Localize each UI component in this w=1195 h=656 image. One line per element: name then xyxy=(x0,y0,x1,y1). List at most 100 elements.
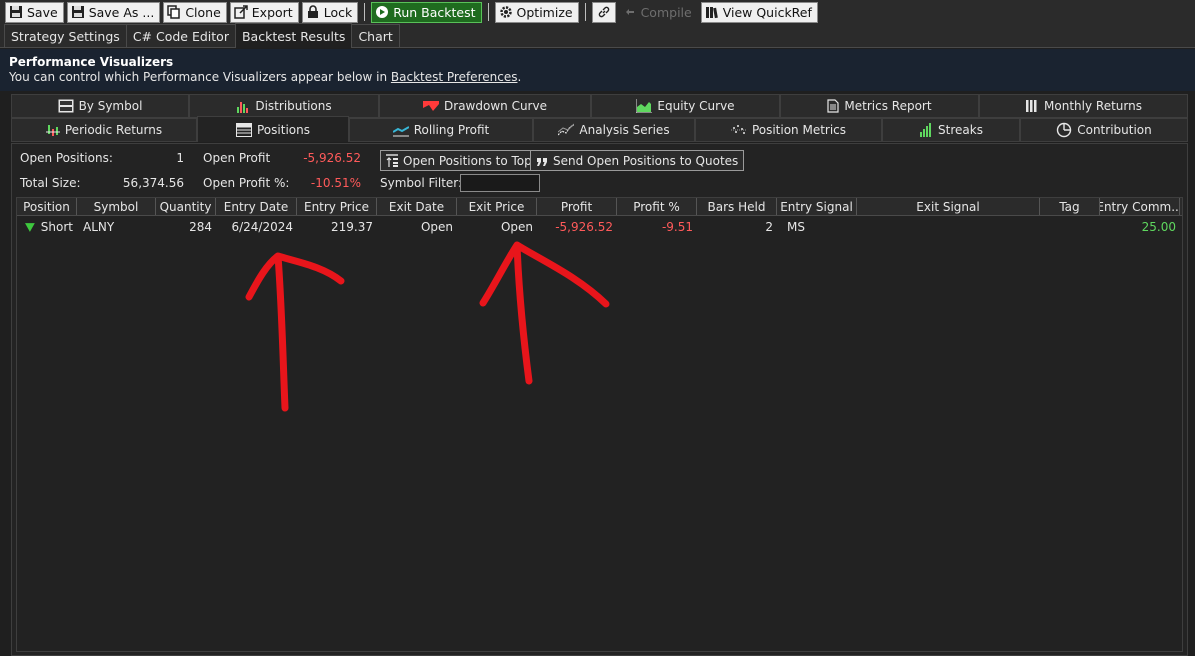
column-header[interactable]: Profit % xyxy=(617,198,697,215)
cell-position: Short xyxy=(17,216,77,238)
tab-contribution[interactable]: Contribution xyxy=(1020,118,1188,142)
column-header[interactable]: Entry Price xyxy=(297,198,377,215)
tab-analysis-series[interactable]: Analysis Series xyxy=(533,118,695,142)
cell-entry-commission: 25.00 xyxy=(1141,220,1176,234)
short-arrow-icon xyxy=(25,222,35,232)
positions-summary: Open Positions: 1 Open Profit -5,926.52 … xyxy=(12,144,1187,194)
tab-position-metrics[interactable]: Position Metrics xyxy=(695,118,882,142)
header-description: You can control which Performance Visual… xyxy=(9,70,1186,84)
tab-label: Equity Curve xyxy=(657,99,735,113)
tab-label: Contribution xyxy=(1077,123,1152,137)
column-header[interactable]: Entry Comm... xyxy=(1100,198,1180,215)
cell-exit-date: Open xyxy=(420,220,453,234)
play-icon xyxy=(376,6,389,18)
column-header[interactable]: Entry Date xyxy=(216,198,297,215)
column-header[interactable]: Profit xyxy=(537,198,617,215)
link-icon xyxy=(598,6,609,18)
open-profit-label: Open Profit xyxy=(203,151,271,165)
column-header[interactable]: Tag xyxy=(1040,198,1100,215)
tab-streaks[interactable]: Streaks xyxy=(882,118,1020,142)
column-header[interactable]: Exit Signal xyxy=(857,198,1040,215)
open-positions-label: Open Positions: xyxy=(20,151,113,165)
symbol-filter-input[interactable] xyxy=(460,174,540,192)
tab-backtest-results[interactable]: Backtest Results xyxy=(234,23,353,48)
by-symbol-icon xyxy=(58,99,74,113)
page-title: Performance Visualizers xyxy=(9,55,174,69)
tab-strategy-settings[interactable]: Strategy Settings xyxy=(4,24,127,47)
tab-code-editor[interactable]: C# Code Editor xyxy=(125,24,236,47)
table-row[interactable]: Short ALNY 284 6/24/2024 219.37 Open Ope… xyxy=(17,216,1182,238)
toolbar-separator xyxy=(487,3,489,21)
lock-label: Lock xyxy=(323,4,353,20)
optimize-button[interactable]: Optimize xyxy=(494,1,579,23)
tab-label: Metrics Report xyxy=(844,99,932,113)
export-button[interactable]: Export xyxy=(229,1,299,23)
clone-button[interactable]: Clone xyxy=(163,1,227,23)
tab-monthly-returns[interactable]: Monthly Returns xyxy=(979,94,1188,118)
run-backtest-button[interactable]: Run Backtest xyxy=(371,1,482,23)
tab-label: By Symbol xyxy=(78,99,143,113)
cell-quantity: 284 xyxy=(189,220,212,234)
histogram-icon xyxy=(237,102,249,113)
main-tab-bar: Strategy Settings C# Code Editor Backtes… xyxy=(0,23,1195,48)
lock-icon xyxy=(307,5,318,18)
tab-label: Periodic Returns xyxy=(64,123,163,137)
save-button[interactable]: Save xyxy=(5,1,64,23)
column-header[interactable]: Exit Price xyxy=(457,198,537,215)
total-size-value: 56,374.56 xyxy=(122,176,184,190)
tab-positions[interactable]: Positions xyxy=(197,116,349,142)
monthly-returns-icon xyxy=(1026,100,1037,112)
tab-label: Drawdown Curve xyxy=(444,99,547,113)
periodic-returns-icon xyxy=(45,125,60,136)
column-header[interactable]: Exit Date xyxy=(377,198,457,215)
symbol-filter-label: Symbol Filter: xyxy=(380,176,463,190)
send-to-quotes-button[interactable]: Send Open Positions to Quotes xyxy=(530,150,745,171)
streaks-icon xyxy=(920,123,932,137)
tab-chart[interactable]: Chart xyxy=(351,24,400,47)
tab-label: Streaks xyxy=(938,123,983,137)
tab-equity-curve[interactable]: Equity Curve xyxy=(591,94,780,118)
tab-label: Analysis Series xyxy=(579,123,670,137)
tab-distributions[interactable]: Distributions xyxy=(189,94,379,118)
toolbar-separator xyxy=(584,3,586,21)
tab-metrics-report[interactable]: Metrics Report xyxy=(780,94,979,118)
positions-panel: Open Positions: 1 Open Profit -5,926.52 … xyxy=(11,143,1188,656)
save-as-icon xyxy=(71,6,84,18)
column-header[interactable]: Bars Held xyxy=(697,198,777,215)
open-positions-to-top-button[interactable]: Open Positions to Top xyxy=(380,150,538,171)
cell-entry-price: 219.37 xyxy=(331,220,373,234)
open-positions-value: 1 xyxy=(176,151,184,165)
save-icon xyxy=(10,6,22,18)
total-size-label: Total Size: xyxy=(20,176,81,190)
link-button[interactable] xyxy=(591,1,616,23)
cell-tag xyxy=(1040,216,1100,238)
analysis-series-icon xyxy=(558,123,575,136)
cell-bars-held: 2 xyxy=(765,220,773,234)
cell-entry-signal: MS xyxy=(787,220,805,234)
column-header[interactable]: Quantity xyxy=(156,198,216,215)
equity-icon xyxy=(636,99,653,113)
export-icon xyxy=(234,5,248,19)
column-header[interactable]: Position xyxy=(17,198,77,215)
column-header[interactable]: Symbol xyxy=(77,198,156,215)
cell-profit: -5,926.52 xyxy=(555,220,613,234)
tab-rolling-profit[interactable]: Rolling Profit xyxy=(349,118,533,142)
tab-by-symbol[interactable]: By Symbol xyxy=(11,94,189,118)
save-label: Save xyxy=(27,4,58,20)
optimize-label: Optimize xyxy=(516,4,573,20)
visualizer-tabs: By Symbol Distributions Drawdown Curve E… xyxy=(11,94,1188,143)
send-to-quotes-label: Send Open Positions to Quotes xyxy=(553,153,739,168)
backtest-preferences-link[interactable]: Backtest Preferences xyxy=(391,70,518,84)
open-profit-pct-value: -10.51% xyxy=(310,176,361,190)
column-header[interactable]: Entry Signal xyxy=(777,198,857,215)
tab-label: Rolling Profit xyxy=(413,123,490,137)
tab-periodic-returns[interactable]: Periodic Returns xyxy=(11,118,197,142)
tab-label: Distributions xyxy=(255,99,332,113)
view-quickref-button[interactable]: View QuickRef xyxy=(700,1,818,23)
compile-button[interactable]: Compile xyxy=(618,1,698,23)
lock-button[interactable]: Lock xyxy=(301,1,359,23)
save-as-button[interactable]: Save As ... xyxy=(66,1,161,23)
open-profit-value: -5,926.52 xyxy=(303,151,361,165)
open-profit-pct-label: Open Profit %: xyxy=(203,176,290,190)
tab-drawdown-curve[interactable]: Drawdown Curve xyxy=(379,94,591,118)
